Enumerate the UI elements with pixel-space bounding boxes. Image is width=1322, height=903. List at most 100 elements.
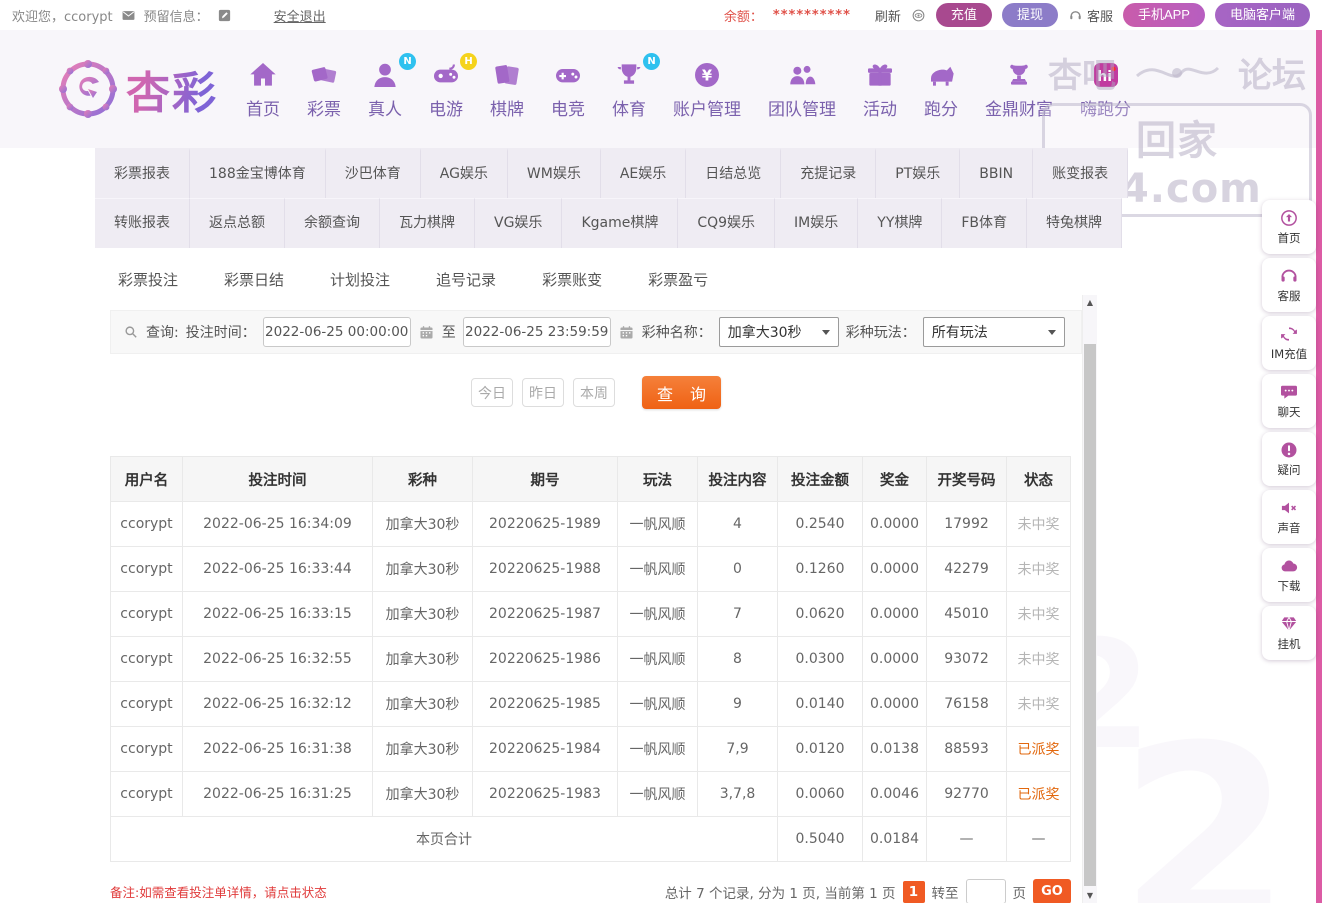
- status-cell[interactable]: 未中奖: [1006, 591, 1071, 637]
- customer-service-link[interactable]: 客服: [1068, 6, 1113, 25]
- scroll-down-arrow[interactable]: ▼: [1083, 888, 1097, 903]
- nav-badge: N: [643, 52, 660, 70]
- calendar-icon[interactable]: [618, 324, 635, 341]
- lottery-subtab[interactable]: 彩票账变: [519, 262, 625, 298]
- nav-item[interactable]: 棋牌: [490, 59, 524, 120]
- nav-item[interactable]: 跑分: [924, 59, 958, 120]
- cell-draw-numbers: 92770: [926, 771, 1007, 817]
- report-tab[interactable]: WM娱乐: [507, 148, 601, 198]
- table-row: ccorypt 2022-06-25 16:31:25 加拿大30秒 20220…: [110, 771, 1071, 817]
- scroll-up-arrow[interactable]: ▲: [1083, 295, 1097, 310]
- this-week-button[interactable]: 本周: [573, 378, 615, 407]
- lottery-subtab[interactable]: 彩票日结: [201, 262, 307, 298]
- nav-item[interactable]: H 电游: [429, 52, 477, 120]
- float-sidebar-item[interactable]: 疑问: [1262, 432, 1316, 486]
- report-tab[interactable]: FB体育: [942, 198, 1028, 248]
- nav-item[interactable]: 团队管理: [768, 59, 836, 120]
- goto-page-input[interactable]: [965, 879, 1006, 903]
- nav-item[interactable]: 电竞: [551, 59, 585, 120]
- lottery-subtab[interactable]: 计划投注: [307, 262, 413, 298]
- float-sidebar-item[interactable]: IM充值: [1262, 316, 1316, 370]
- lottery-subtab[interactable]: 追号记录: [413, 262, 519, 298]
- chat-icon: [1279, 382, 1299, 402]
- float-sidebar-item[interactable]: 挂机: [1262, 606, 1316, 660]
- bet-time-from-input[interactable]: [262, 317, 411, 347]
- status-cell[interactable]: 未中奖: [1006, 636, 1071, 682]
- eye-icon[interactable]: [911, 8, 926, 23]
- go-button[interactable]: GO: [1033, 879, 1071, 903]
- status-cell[interactable]: 未中奖: [1006, 681, 1071, 727]
- logout-link[interactable]: 安全退出: [274, 6, 326, 25]
- report-tab[interactable]: 彩票报表: [95, 148, 190, 198]
- float-sidebar-item[interactable]: 下载: [1262, 548, 1316, 602]
- cell-bet-time: 2022-06-25 16:32:55: [182, 636, 373, 682]
- report-tab[interactable]: AG娱乐: [420, 148, 508, 198]
- lottery-subtab[interactable]: 彩票盈亏: [625, 262, 731, 298]
- mobile-app-button[interactable]: 手机APP: [1122, 3, 1205, 27]
- edit-icon[interactable]: [217, 8, 232, 23]
- goto-label: 转至: [931, 885, 959, 902]
- scrollbar-thumb[interactable]: [1084, 344, 1096, 886]
- float-sidebar-item[interactable]: 客服: [1262, 258, 1316, 312]
- withdraw-button[interactable]: 提现: [1001, 3, 1058, 27]
- status-cell[interactable]: 已派奖: [1006, 771, 1071, 817]
- nav-item[interactable]: 首页: [246, 59, 280, 120]
- content-scrollbar[interactable]: ▲ ▼: [1082, 295, 1097, 903]
- report-tab[interactable]: 充提记录: [781, 148, 877, 198]
- query-button[interactable]: 查 询: [642, 376, 721, 409]
- site-logo[interactable]: 杏彩: [58, 57, 218, 121]
- report-tab[interactable]: IM娱乐: [775, 198, 859, 248]
- recharge-button[interactable]: 充值: [935, 3, 992, 27]
- lottery-name-label: 彩种名称：: [641, 325, 712, 341]
- float-sidebar-item[interactable]: 首页: [1262, 200, 1316, 254]
- play-type-select[interactable]: 所有玩法: [922, 317, 1065, 347]
- report-tab[interactable]: AE娱乐: [600, 148, 687, 198]
- lottery-name-select[interactable]: 加拿大30秒: [718, 317, 839, 347]
- report-tab[interactable]: Kgame棋牌: [562, 198, 679, 248]
- status-cell[interactable]: 已派奖: [1006, 726, 1071, 772]
- nav-item[interactable]: N 真人: [368, 52, 416, 120]
- cell-amount: 0.0620: [777, 591, 863, 637]
- today-button[interactable]: 今日: [471, 378, 513, 407]
- lottery-subtab[interactable]: 彩票投注: [95, 262, 201, 298]
- report-tab[interactable]: PT娱乐: [876, 148, 961, 198]
- status-cell[interactable]: 未中奖: [1006, 546, 1071, 592]
- logo-text: 杏彩: [126, 57, 218, 121]
- search-icon: [123, 324, 139, 340]
- report-tab[interactable]: 返点总额: [190, 198, 285, 248]
- report-tab[interactable]: 日结总览: [686, 148, 782, 198]
- scrollbar-track[interactable]: [1083, 310, 1097, 888]
- float-sidebar-label: 挂机: [1277, 637, 1301, 651]
- report-tab[interactable]: CQ9娱乐: [678, 198, 776, 248]
- cell-prize: 0.0000: [862, 636, 927, 682]
- report-tab[interactable]: 账变报表: [1033, 148, 1129, 198]
- nav-item[interactable]: 金鼎财富: [985, 59, 1053, 120]
- nav-item[interactable]: hi 嗨跑分: [1080, 59, 1131, 120]
- cell-amount: 0.0140: [777, 681, 863, 727]
- yesterday-button[interactable]: 昨日: [522, 378, 564, 407]
- float-sidebar-item[interactable]: 聊天: [1262, 374, 1316, 428]
- report-tab[interactable]: 188金宝博体育: [190, 148, 326, 198]
- report-tab[interactable]: 沙巴体育: [325, 148, 421, 198]
- nav-item[interactable]: N 体育: [612, 52, 660, 120]
- report-tab[interactable]: 余额查询: [285, 198, 380, 248]
- cell-content: 9: [697, 681, 778, 727]
- report-tab[interactable]: VG娱乐: [475, 198, 563, 248]
- nav-item[interactable]: 活动: [863, 59, 897, 120]
- current-page-button[interactable]: 1: [902, 880, 925, 903]
- message-icon[interactable]: [121, 8, 136, 23]
- report-tab[interactable]: 转账报表: [95, 198, 190, 248]
- report-tab[interactable]: 特兔棋牌: [1027, 198, 1123, 248]
- report-tab[interactable]: 瓦力棋牌: [380, 198, 475, 248]
- column-header: 彩种: [372, 456, 473, 502]
- pc-client-button[interactable]: 电脑客户端: [1214, 3, 1310, 27]
- nav-item[interactable]: 彩票: [307, 59, 341, 120]
- calendar-icon[interactable]: [418, 324, 435, 341]
- report-tab[interactable]: BBIN: [960, 148, 1034, 198]
- status-cell[interactable]: 未中奖: [1006, 501, 1071, 547]
- nav-item[interactable]: ¥ 账户管理: [673, 59, 741, 120]
- refresh-balance-link[interactable]: 刷新: [875, 6, 901, 25]
- float-sidebar-item[interactable]: 声音: [1262, 490, 1316, 544]
- bet-time-to-input[interactable]: [462, 317, 611, 347]
- report-tab[interactable]: YY棋牌: [858, 198, 943, 248]
